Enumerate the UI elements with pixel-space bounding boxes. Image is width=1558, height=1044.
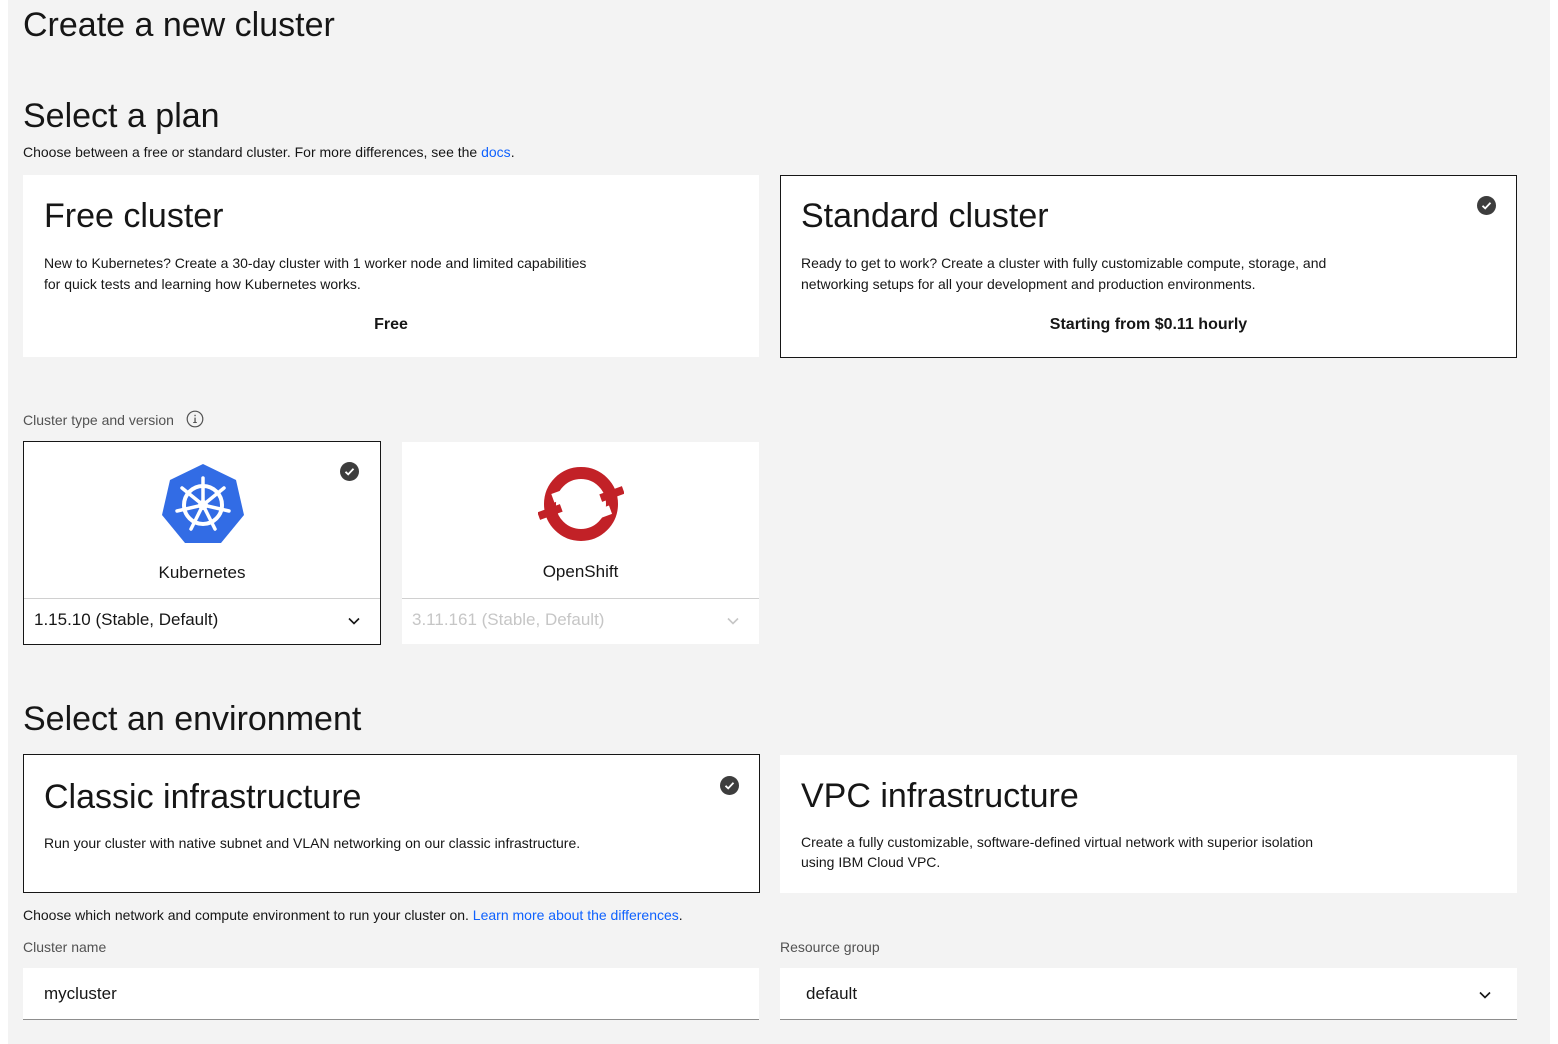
learn-more-link[interactable]: Learn more about the differences	[473, 907, 679, 923]
kubernetes-logo-icon	[160, 462, 246, 551]
tile-description: Ready to get to work? Create a cluster w…	[801, 253, 1326, 295]
environment-note-text: Choose which network and compute environ…	[23, 907, 473, 923]
tile-title: Classic infrastructure	[44, 778, 362, 816]
tile-price: Starting from $0.11 hourly	[1049, 316, 1248, 333]
cluster-name-label: Cluster name	[23, 939, 107, 955]
free-cluster-tile[interactable]: Free cluster New to Kubernetes? Create a…	[23, 175, 759, 357]
openshift-tile[interactable]: OpenShift 3.11.161 (Stable, Default)	[402, 442, 759, 644]
page-title: Create a new cluster	[23, 6, 335, 44]
classic-infrastructure-tile[interactable]: Classic infrastructure Run your cluster …	[23, 754, 760, 893]
tile-title: VPC infrastructure	[801, 777, 1079, 815]
tile-description-line: New to Kubernetes? Create a 30-day clust…	[44, 255, 587, 271]
tile-description-line: Create a fully customizable, software-de…	[801, 834, 1314, 850]
info-icon[interactable]	[186, 410, 204, 431]
plan-subtitle-suffix: .	[510, 144, 515, 160]
cluster-name-input[interactable]: mycluster	[23, 968, 759, 1020]
tile-description-line: for quick tests and learning how Kuberne…	[44, 276, 361, 292]
tile-description-line: Ready to get to work? Create a cluster w…	[801, 255, 1327, 271]
chevron-down-icon	[1477, 987, 1493, 1008]
tile-description: New to Kubernetes? Create a 30-day clust…	[44, 253, 586, 295]
environment-heading: Select an environment	[23, 700, 362, 738]
kubernetes-tile[interactable]: Kubernetes 1.15.10 (Stable, Default)	[23, 441, 381, 645]
openshift-logo-icon	[537, 462, 625, 551]
resource-group-label: Resource group	[780, 939, 880, 955]
tile-title: Standard cluster	[801, 197, 1049, 235]
tile-price: Free	[374, 316, 408, 333]
plan-heading: Select a plan	[23, 97, 220, 135]
resource-group-dropdown[interactable]: default	[780, 968, 1517, 1020]
plan-subtitle-text: Choose between a free or standard cluste…	[23, 144, 482, 160]
tile-description-line: using IBM Cloud VPC.	[801, 854, 941, 870]
cluster-type-label-text: Cluster type and version	[23, 412, 174, 429]
tile-description: Run your cluster with native subnet and …	[44, 835, 581, 851]
vpc-infrastructure-tile[interactable]: VPC infrastructure Create a fully custom…	[780, 755, 1517, 893]
docs-link[interactable]: docs	[481, 144, 511, 160]
kubernetes-label: Kubernetes	[158, 563, 246, 582]
checkmark-icon	[1477, 196, 1496, 215]
standard-cluster-tile[interactable]: Standard cluster Ready to get to work? C…	[780, 175, 1517, 358]
openshift-label: OpenShift	[542, 562, 619, 581]
kubernetes-version-value: 1.15.10 (Stable, Default)	[34, 610, 219, 629]
cluster-name-value: mycluster	[44, 984, 117, 1003]
kubernetes-version-dropdown[interactable]: 1.15.10 (Stable, Default)	[24, 598, 380, 644]
tile-description: Create a fully customizable, software-de…	[801, 832, 1313, 872]
environment-note-suffix: .	[678, 907, 683, 923]
resource-group-value: default	[806, 984, 858, 1003]
openshift-version-dropdown: 3.11.161 (Stable, Default)	[402, 598, 759, 644]
tile-title: Free cluster	[44, 197, 224, 235]
chevron-down-icon	[725, 613, 741, 634]
cluster-type-label: Cluster type and version	[23, 410, 204, 432]
page-background: Create a new cluster Select a plan Choos…	[8, 0, 1550, 1044]
checkmark-icon	[720, 776, 739, 795]
tile-description-line: networking setups for all your developme…	[801, 276, 1256, 292]
plan-subtitle: Choose between a free or standard cluste…	[23, 144, 515, 160]
environment-note: Choose which network and compute environ…	[23, 907, 683, 923]
chevron-down-icon	[346, 613, 362, 634]
openshift-version-value: 3.11.161 (Stable, Default)	[412, 610, 605, 629]
checkmark-icon	[340, 462, 359, 481]
